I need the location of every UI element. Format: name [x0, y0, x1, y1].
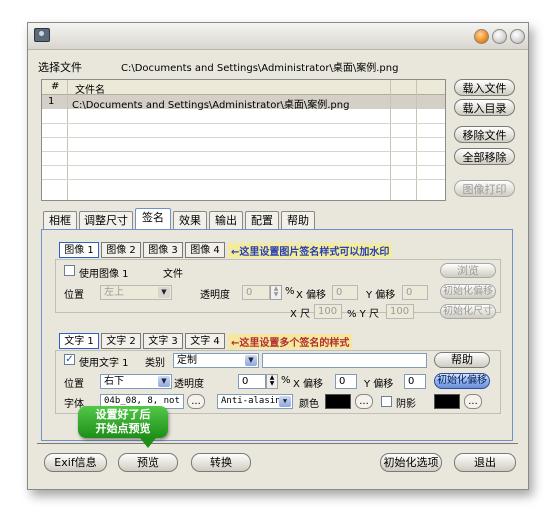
tab-config[interactable]: 配置 — [245, 211, 279, 229]
font-picker-button[interactable]: ... — [187, 394, 205, 409]
table-header: # 文件名 — [42, 80, 445, 96]
print-image-button[interactable]: 图像打印 — [454, 180, 515, 197]
antialias-value: Anti-alasin — [221, 396, 281, 406]
text-x-offset-label: X 偏移 — [293, 379, 324, 390]
col-header-num: # — [51, 81, 60, 92]
text-color-swatch[interactable] — [325, 394, 351, 409]
text-opacity-field[interactable]: 0 — [238, 374, 266, 389]
exif-button[interactable]: Exif信息 — [44, 453, 107, 472]
browse-button[interactable]: 浏览 — [440, 263, 496, 278]
tab-output[interactable]: 输出 — [209, 211, 243, 229]
text-y-offset-field[interactable]: 0 — [404, 374, 426, 389]
category-select[interactable]: 定制 ▼ — [173, 353, 259, 368]
use-image-label: 使用图像 1 — [79, 269, 129, 280]
use-text-checkbox[interactable]: ✓ — [64, 354, 75, 365]
image-y-offset-label: Y 偏移 — [366, 290, 396, 301]
text-x-offset-field[interactable]: 0 — [335, 374, 357, 389]
use-text-label: 使用文字 1 — [79, 358, 129, 369]
tab-signature[interactable]: 签名 — [135, 208, 171, 230]
text-signature-input[interactable] — [262, 353, 427, 368]
subtab-text-2[interactable]: 文字 2 — [101, 333, 141, 349]
image-position-label: 位置 — [64, 290, 84, 301]
col-header-filename: 文件名 — [75, 85, 105, 96]
subtab-text-1[interactable]: 文字 1 — [59, 333, 99, 349]
shadow-picker-button[interactable]: ... — [464, 394, 482, 409]
init-size-button[interactable]: 初始化尺寸 — [440, 304, 496, 319]
text-sign-callout: ←这里设置多个签名的样式 — [228, 334, 353, 349]
table-row[interactable]: 1 C:\Documents and Settings\Administrato… — [42, 95, 445, 111]
bubble-line-1: 设置好了后 — [95, 408, 151, 421]
image-x-size-label: X 尺 — [290, 309, 311, 320]
app-icon — [34, 28, 50, 42]
row-num: 1 — [48, 96, 55, 107]
category-label: 类别 — [145, 358, 165, 369]
load-dir-button[interactable]: 载入目录 — [454, 99, 515, 116]
color-picker-button[interactable]: ... — [355, 394, 373, 409]
image-opacity-percent: % — [285, 286, 295, 297]
tab-resize[interactable]: 调整尺寸 — [79, 211, 133, 229]
dropdown-arrow-icon: ▼ — [158, 376, 170, 387]
init-offset-button[interactable]: 初始化偏移 — [440, 284, 496, 299]
tab-frame[interactable]: 相框 — [43, 211, 77, 229]
load-file-button[interactable]: 载入文件 — [454, 79, 515, 96]
bubble-line-2: 开始点预览 — [95, 422, 151, 435]
subtab-image-2[interactable]: 图像 2 — [101, 242, 141, 258]
image-x-offset-field[interactable]: 0 — [332, 285, 358, 300]
bottom-divider — [37, 443, 518, 444]
shadow-label: 阴影 — [396, 399, 416, 410]
dropdown-arrow-icon: ▼ — [279, 396, 291, 407]
text-position-label: 位置 — [64, 379, 84, 390]
minimize-button[interactable] — [492, 29, 507, 44]
image-y-offset-field[interactable]: 0 — [402, 285, 428, 300]
close-button[interactable] — [474, 29, 489, 44]
subtab-image-1[interactable]: 图像 1 — [59, 242, 99, 258]
subtab-text-4[interactable]: 文字 4 — [185, 333, 225, 349]
text-y-offset-label: Y 偏移 — [364, 379, 394, 390]
image-y-size-label: % Y 尺 — [347, 309, 379, 320]
subtab-image-4[interactable]: 图像 4 — [185, 242, 225, 258]
convert-button[interactable]: 转换 — [191, 453, 251, 472]
image-x-size-field[interactable]: 100 — [314, 304, 342, 319]
maximize-button[interactable] — [510, 29, 525, 44]
image-position-value: 左上 — [104, 287, 124, 298]
image-position-select[interactable]: 左上 ▼ — [100, 285, 172, 300]
exit-button[interactable]: 退出 — [454, 453, 516, 472]
shadow-color-swatch[interactable] — [434, 394, 460, 409]
text-opacity-label: 透明度 — [174, 379, 204, 390]
dropdown-arrow-icon: ▼ — [245, 355, 257, 366]
row-filename: C:\Documents and Settings\Administrator\… — [72, 100, 350, 111]
title-bar — [28, 23, 528, 50]
text-opacity-percent: % — [281, 375, 291, 386]
shadow-checkbox[interactable] — [381, 396, 392, 407]
color-label: 颜色 — [299, 399, 319, 410]
antialias-select[interactable]: Anti-alasin ▼ — [217, 394, 293, 409]
image-opacity-field[interactable]: 0 — [242, 285, 270, 300]
subtab-text-3[interactable]: 文字 3 — [143, 333, 183, 349]
dropdown-arrow-icon: ▼ — [158, 287, 170, 298]
file-table[interactable]: # 文件名 1 C:\Documents and Settings\Admini… — [41, 79, 446, 201]
use-image-checkbox[interactable] — [64, 265, 75, 276]
tab-effects[interactable]: 效果 — [173, 211, 207, 229]
image-file-label: 文件 — [163, 269, 183, 280]
init-options-button[interactable]: 初始化选项 — [380, 453, 442, 472]
image-opacity-label: 透明度 — [200, 290, 230, 301]
text-opacity-spinner[interactable]: ▲ ▼ — [266, 374, 278, 389]
subtab-image-3[interactable]: 图像 3 — [143, 242, 183, 258]
text-init-offset-button[interactable]: 初始化偏移 — [434, 373, 490, 389]
category-value: 定制 — [177, 355, 197, 366]
select-file-label: 选择文件 — [38, 61, 82, 74]
help-button[interactable]: 帮助 — [434, 352, 490, 368]
image-sign-callout: ←这里设置图片签名样式可以加水印 — [228, 243, 393, 258]
preview-button[interactable]: 预览 — [118, 453, 178, 472]
selected-file-path: C:\Documents and Settings\Administrator\… — [121, 63, 399, 74]
tab-help[interactable]: 帮助 — [281, 211, 315, 229]
image-y-size-field[interactable]: 100 — [386, 304, 414, 319]
image-x-offset-label: X 偏移 — [296, 290, 327, 301]
text-position-select[interactable]: 右下 ▼ — [100, 374, 172, 389]
preview-hint-bubble: 设置好了后 开始点预览 — [78, 406, 168, 448]
text-position-value: 右下 — [104, 376, 124, 387]
remove-all-button[interactable]: 全部移除 — [454, 148, 515, 165]
image-opacity-spinner[interactable]: ▲ ▼ — [270, 285, 282, 300]
remove-file-button[interactable]: 移除文件 — [454, 126, 515, 143]
